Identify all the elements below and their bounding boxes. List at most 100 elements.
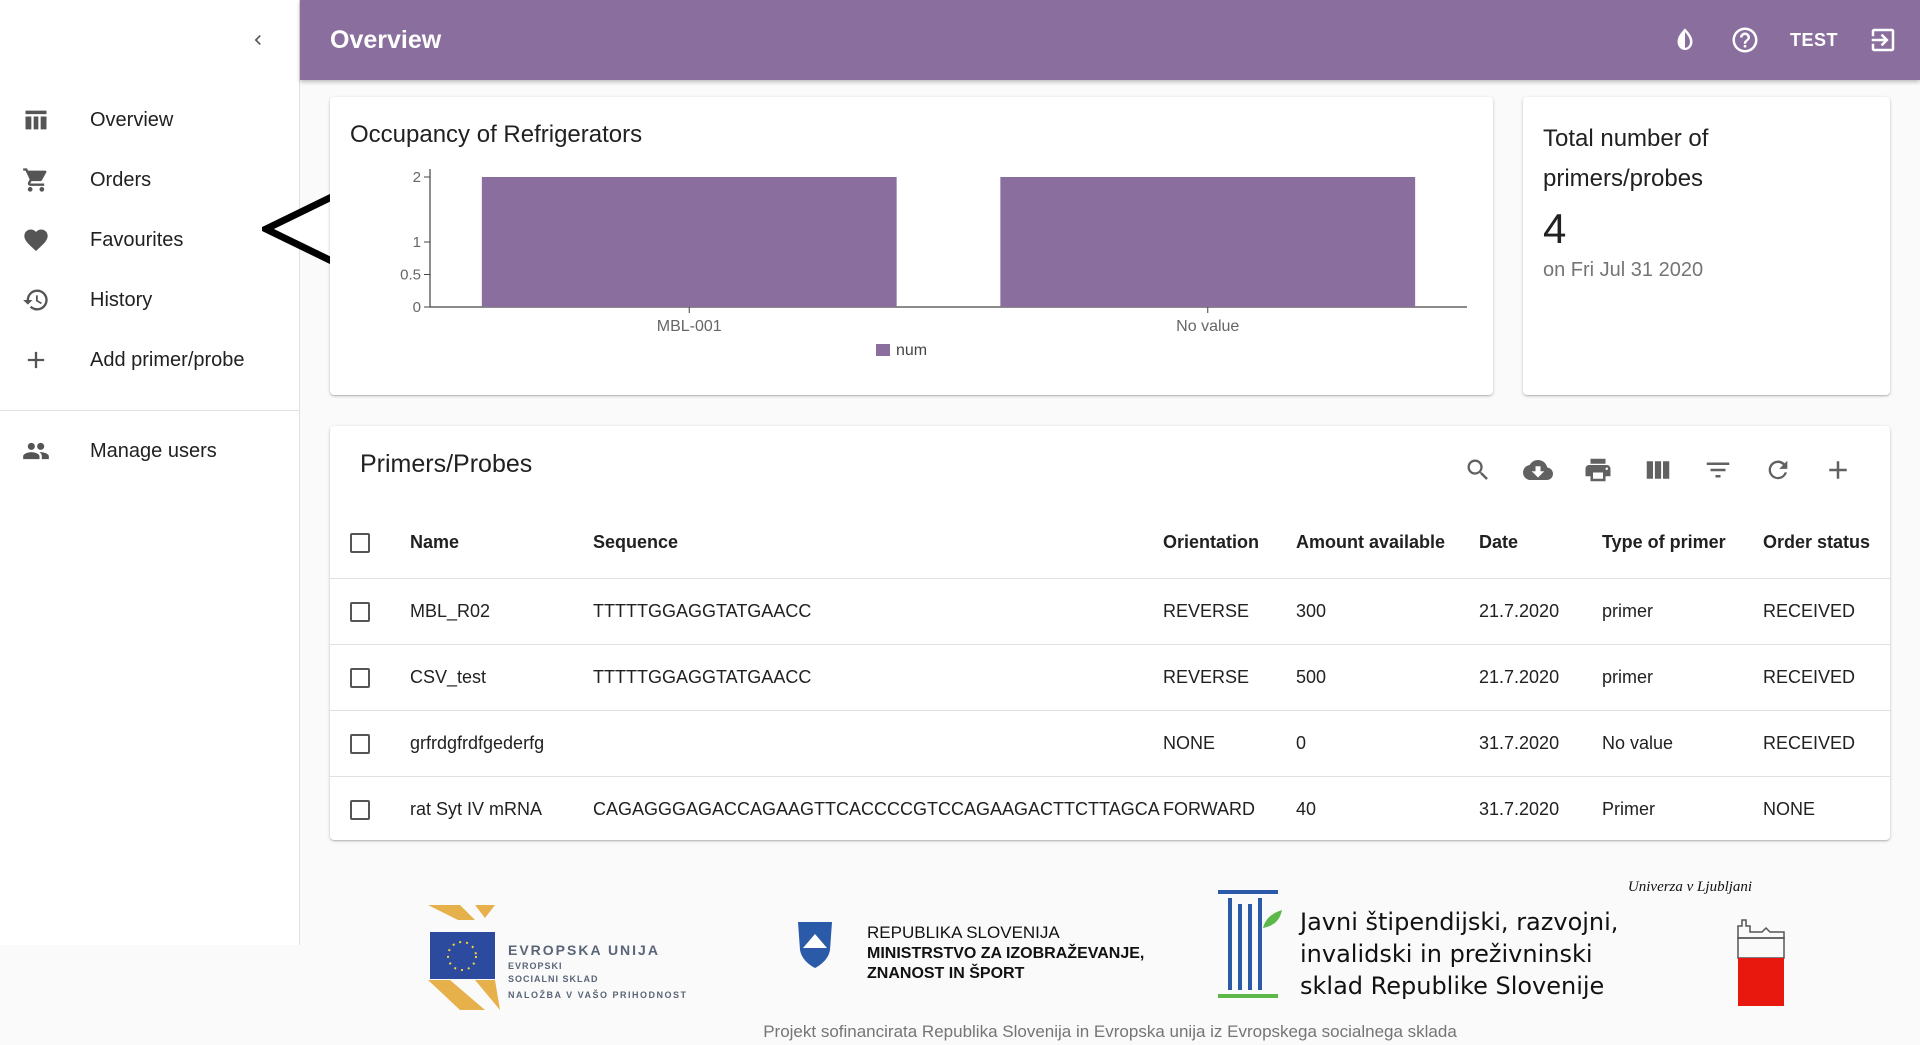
select-all-checkbox[interactable] [350, 533, 370, 554]
column-header-amount[interactable]: Amount available [1296, 508, 1479, 579]
cell-type: No value [1602, 710, 1763, 777]
help-button[interactable] [1730, 25, 1760, 55]
sidebar-divider [0, 410, 299, 411]
cloud-download-icon [1523, 460, 1553, 480]
table-row[interactable]: MBL_R02 TTTTTGGAGGTATGAACC REVERSE 300 2… [330, 578, 1890, 645]
x-tick-label: No value [1176, 318, 1239, 335]
legend-swatch [876, 344, 890, 356]
search-button[interactable] [1456, 448, 1500, 492]
table-title: Primers/Probes [360, 450, 533, 478]
footer-funding-note: Projekt sofinancirata Republika Slovenij… [763, 1022, 1457, 1041]
total-date: on Fri Jul 31 2020 [1543, 259, 1704, 281]
add-row-button[interactable] [1816, 448, 1860, 492]
sidebar-item-manage-users[interactable]: Manage users [0, 421, 299, 481]
table-row[interactable]: grfrdgfrdfgederfg NONE 0 31.7.2020 No va… [330, 710, 1890, 777]
cell-orientation: NONE [1163, 710, 1296, 777]
y-tick-label: 1 [413, 234, 421, 251]
column-header-name[interactable]: Name [410, 508, 593, 579]
cell-order-status: RECEIVED [1763, 644, 1890, 711]
eu-line2: EVROPSKI [508, 961, 563, 971]
legend-label: num [896, 342, 927, 359]
sidebar-item-overview[interactable]: Overview [0, 90, 299, 150]
total-value: 4 [1543, 205, 1567, 252]
cell-sequence: TTTTTGGAGGTATGAACC [593, 578, 1163, 645]
cell-amount: 500 [1296, 644, 1479, 711]
sidebar-item-label: Add primer/probe [90, 348, 245, 371]
cell-orientation: REVERSE [1163, 644, 1296, 711]
view-column-icon [1646, 461, 1670, 479]
chevron-left-icon [254, 35, 261, 45]
column-header-order-status[interactable]: Order status [1763, 508, 1890, 579]
cell-date: 31.7.2020 [1479, 798, 1560, 819]
refresh-icon [1768, 460, 1788, 480]
eu-line3: SOCIALNI SKLAD [508, 974, 599, 984]
column-header-orientation[interactable]: Orientation [1163, 508, 1296, 579]
column-header-date[interactable]: Date [1479, 508, 1602, 579]
sidebar-item-history[interactable]: History [0, 270, 299, 330]
university-logo: Univerza v Ljubljani [1628, 879, 1785, 1006]
table-row[interactable]: rat Syt IV mRNA CAGAGGGAGACCAGAAGTTCACCC… [330, 776, 1890, 842]
printer-icon [1585, 458, 1611, 482]
cart-icon [0, 166, 90, 194]
sklad-line2: invalidski in preživninski [1300, 940, 1593, 968]
sklad-logo: Javni štipendijski, razvojni, invalidski… [1218, 890, 1618, 1000]
cell-sequence: CAGAGGGAGACCAGAAGTTCACCCCGTCCAGAAGACTTCT… [593, 798, 1160, 819]
eu-line1: EVROPSKA UNIJA [508, 942, 660, 958]
filter-list-icon [1706, 462, 1730, 478]
row-checkbox[interactable] [350, 733, 370, 754]
primers-probes-table-card: Primers/Probes Name Sequence Orientation… [330, 426, 1890, 840]
columns-button[interactable] [1636, 448, 1680, 492]
help-circle-icon [1732, 27, 1758, 53]
logout-button[interactable] [1868, 25, 1898, 55]
cell-type: primer [1602, 578, 1763, 645]
eu-esf-logo: EVROPSKA UNIJA EVROPSKI SOCIALNI SKLAD N… [428, 905, 686, 1010]
cell-type: Primer [1602, 798, 1655, 819]
table-row[interactable]: CSV_test TTTTTGGAGGTATGAACC REVERSE 500 … [330, 644, 1890, 711]
contrast-drop-icon [1677, 28, 1693, 50]
table-header-row: Name Sequence Orientation Amount availab… [330, 508, 1890, 579]
sklad-line3: sklad Republike Slovenije [1300, 972, 1604, 1000]
chart-title: Occupancy of Refrigerators [350, 121, 643, 148]
row-checkbox[interactable] [350, 601, 370, 622]
rs-line1: REPUBLIKA SLOVENIJA [867, 923, 1060, 942]
collapse-sidebar-button[interactable] [240, 22, 276, 58]
sidebar-item-label: Favourites [90, 228, 184, 251]
search-icon [1467, 459, 1488, 480]
column-header-sequence[interactable]: Sequence [593, 508, 1163, 579]
column-header-type[interactable]: Type of primer [1602, 508, 1763, 579]
download-button[interactable] [1516, 448, 1560, 492]
table-toolbar [1440, 448, 1860, 492]
print-button[interactable] [1576, 448, 1620, 492]
y-tick-label: 0 [413, 299, 421, 316]
sidebar-item-orders[interactable]: Orders [0, 150, 299, 210]
heart-icon [0, 226, 90, 254]
cell-name: MBL_R02 [410, 578, 593, 645]
sidebar-item-label: Orders [90, 168, 152, 191]
refresh-button[interactable] [1756, 448, 1800, 492]
sidebar-item-label: Overview [90, 108, 174, 131]
sidebar-item-favourites[interactable]: Favourites [0, 210, 299, 270]
primers-table: Name Sequence Orientation Amount availab… [330, 508, 1890, 842]
total-primers-card: Total number of primers/probes 4 on Fri … [1523, 97, 1890, 395]
row-checkbox[interactable] [350, 667, 370, 688]
refrigerator-occupancy-card: 0 0.5 1 2 MBL-001 No value num Occupancy of Re… [330, 97, 1493, 395]
user-name[interactable]: TEST [1790, 30, 1838, 51]
bar [1000, 177, 1416, 307]
total-title: Total number of primers/probes [1543, 125, 1709, 192]
filter-button[interactable] [1696, 448, 1740, 492]
theme-toggle-button[interactable] [1670, 25, 1700, 55]
page-title: Overview [330, 25, 442, 54]
cell-sequence [593, 710, 1163, 777]
sidebar-item-add-primer-probe[interactable]: Add primer/probe [0, 330, 299, 390]
cell-amount: 0 [1296, 710, 1479, 777]
cell-order-status: NONE [1763, 798, 1816, 819]
cell-amount: 40 [1296, 798, 1317, 819]
cell-order-status: RECEIVED [1763, 578, 1890, 645]
bar [481, 177, 897, 307]
rs-line3: ZNANOST IN ŠPORT [867, 963, 1025, 982]
sidebar-item-label: History [90, 288, 153, 311]
cell-date: 21.7.2020 [1479, 644, 1602, 711]
plus-icon [0, 346, 90, 374]
sidebar-item-label: Manage users [90, 439, 217, 462]
row-checkbox[interactable] [350, 799, 370, 820]
